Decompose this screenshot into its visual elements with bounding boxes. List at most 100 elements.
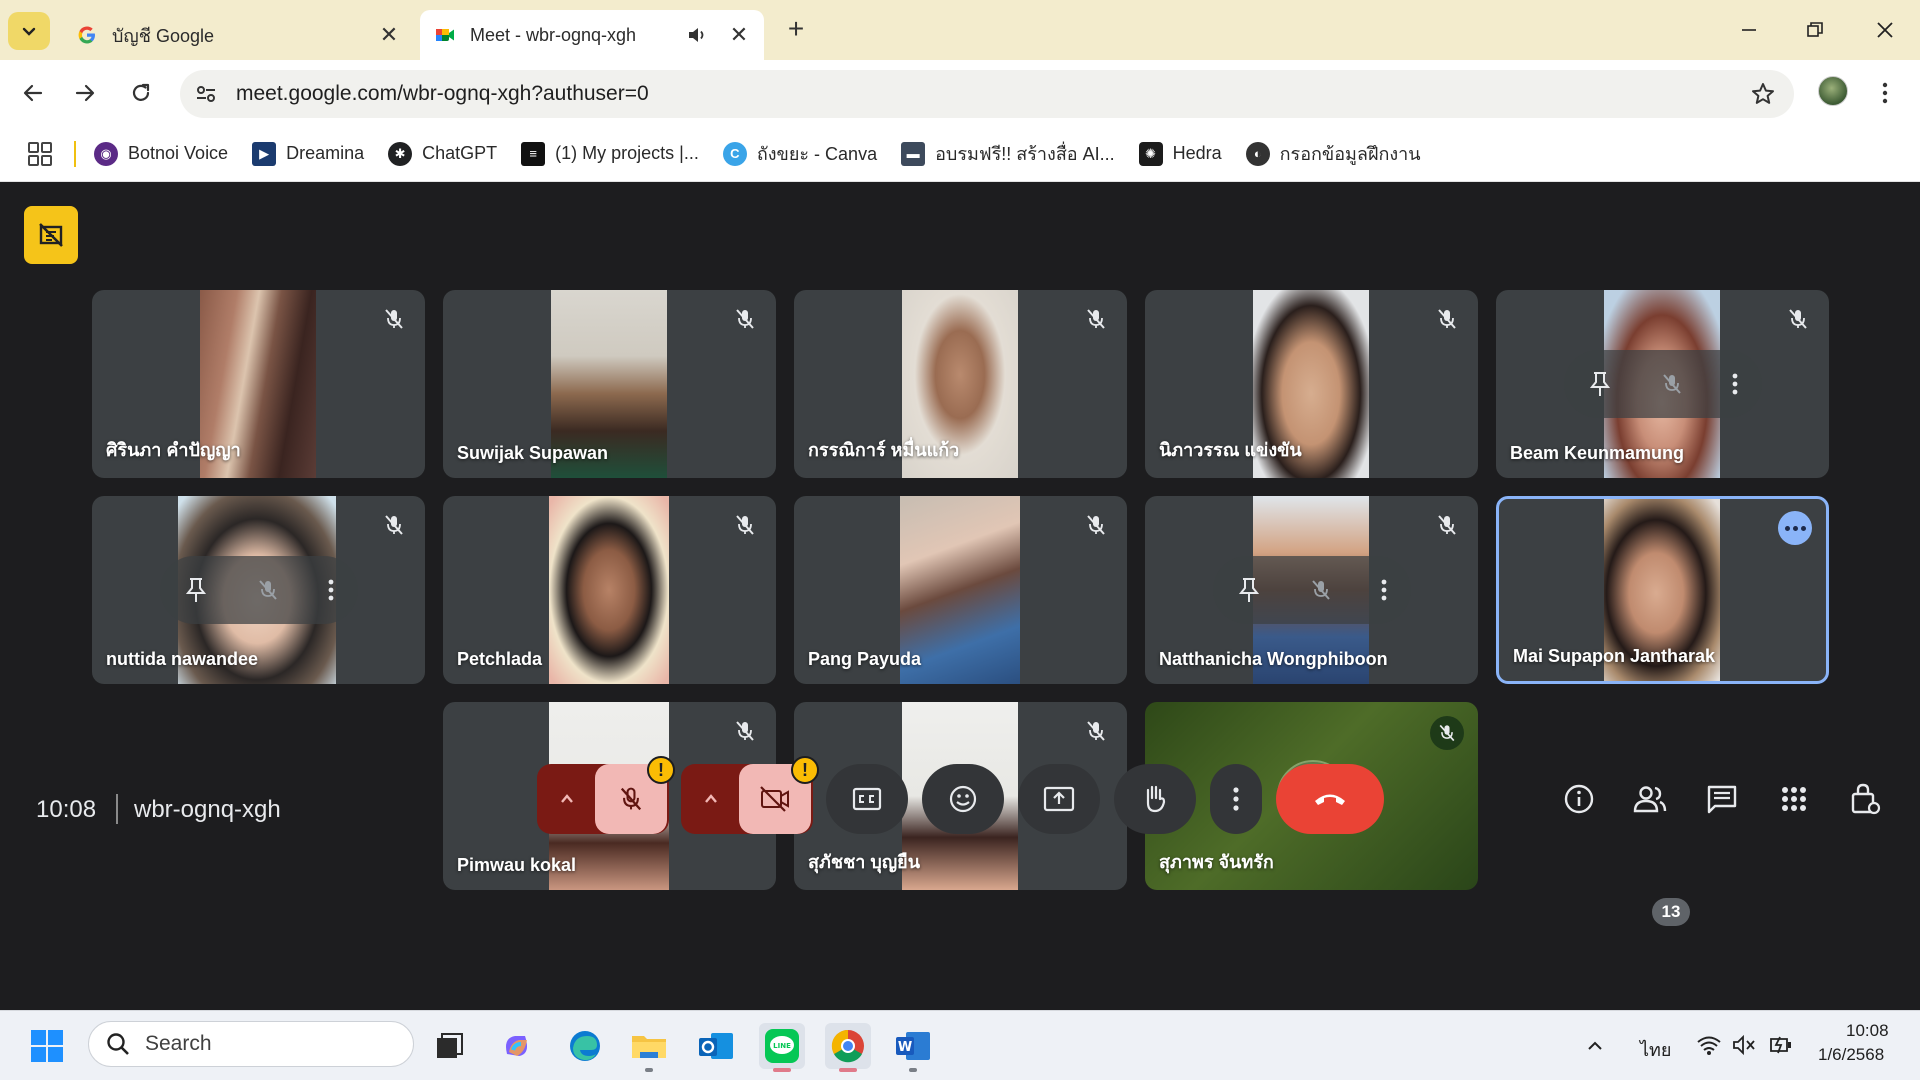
meeting-details-button[interactable] [1554, 774, 1604, 824]
globe-icon: ◐ [1245, 141, 1270, 166]
more-vert-icon[interactable] [1381, 578, 1387, 602]
raise-hand-button[interactable] [1114, 764, 1196, 834]
camera-off-notice-button[interactable] [24, 206, 78, 264]
more-options-button[interactable] [1778, 511, 1812, 545]
back-button[interactable] [14, 74, 52, 112]
file-explorer-button[interactable] [626, 1023, 672, 1072]
participant-tile[interactable]: nuttida nawandee [92, 496, 425, 684]
raise-hand-icon [1146, 785, 1166, 813]
browser-toolbar: meet.google.com/wbr-ognq-xgh?authuser=0 [0, 60, 1920, 126]
search-icon [107, 1033, 129, 1055]
reload-button[interactable] [122, 74, 160, 112]
tab-title: Meet - wbr-ognq-xgh [470, 24, 637, 45]
windows-taskbar: Search LINE W ไทย 10:08 1/6/2568 [0, 1010, 1920, 1080]
bookmark-internship-form[interactable]: ◐ กรอกข้อมูลฝึกงาน [1245, 139, 1421, 168]
site-settings-icon[interactable] [194, 82, 218, 106]
participant-tile[interactable]: กรรณิการ์ หมื่นแก้ว [794, 290, 1127, 478]
address-bar[interactable]: meet.google.com/wbr-ognq-xgh?authuser=0 [180, 70, 1794, 118]
mute-participant-icon[interactable] [1659, 371, 1685, 397]
chat-button[interactable] [1697, 774, 1747, 824]
participant-name: Mai Supapon Jantharak [1513, 646, 1716, 666]
mic-off-icon [1087, 515, 1105, 535]
word-button[interactable]: W [890, 1023, 936, 1072]
video-options-button[interactable] [683, 764, 739, 834]
battery-charging-icon[interactable] [1768, 1033, 1796, 1057]
toggle-microphone-button[interactable]: ! [595, 756, 675, 834]
volume-muted-icon[interactable] [1732, 1033, 1758, 1057]
bookmark-dreamina[interactable]: ▶ Dreamina [252, 141, 365, 166]
present-screen-button[interactable] [1018, 764, 1100, 834]
leave-call-button[interactable] [1276, 764, 1384, 834]
participant-tile[interactable]: ศิรินภา คำปัญญา [92, 290, 425, 478]
mute-participant-icon[interactable] [255, 577, 281, 603]
close-tab-icon[interactable]: ✕ [728, 22, 750, 48]
bookmark-botnoi-voice[interactable]: ◉ Botnoi Voice [94, 141, 228, 166]
participant-tile[interactable]: Pang Payuda [794, 496, 1127, 684]
people-button[interactable] [1625, 774, 1675, 824]
apps-grid-icon[interactable] [26, 140, 54, 168]
mic-off-icon [736, 309, 754, 329]
taskbar-clock-time[interactable]: 10:08 [1846, 1021, 1889, 1041]
bookmark-ai-training[interactable]: ▬ อบรมฟรี!! สร้างสื่อ AI... [901, 139, 1115, 168]
tab-google-account[interactable]: บัญชี Google ✕ [62, 10, 414, 60]
wifi-icon[interactable] [1696, 1033, 1722, 1057]
bookmark-chatgpt[interactable]: ✱ ChatGPT [388, 141, 497, 166]
bookmark-star-icon[interactable] [1750, 81, 1776, 107]
chrome-button[interactable] [825, 1023, 871, 1072]
browser-menu-button[interactable] [1870, 76, 1900, 110]
more-vert-icon[interactable] [1732, 372, 1738, 396]
pin-icon[interactable] [1237, 576, 1261, 604]
mute-participant-icon[interactable] [1308, 577, 1334, 603]
tab-meet[interactable]: Meet - wbr-ognq-xgh ✕ [420, 10, 764, 60]
pin-icon[interactable] [184, 576, 208, 604]
task-view-button[interactable] [426, 1023, 472, 1069]
outlook-button[interactable] [693, 1023, 739, 1069]
close-window-button[interactable] [1860, 12, 1910, 48]
input-language[interactable]: ไทย [1640, 1035, 1671, 1064]
copilot-button[interactable] [494, 1023, 540, 1069]
close-icon [1877, 22, 1893, 38]
participant-tile[interactable]: Natthanicha Wongphiboon [1145, 496, 1478, 684]
restore-button[interactable] [1790, 12, 1840, 48]
bookmark-canva-trash[interactable]: C ถังขยะ - Canva [722, 139, 877, 168]
chevron-up-icon [1588, 1041, 1602, 1050]
participant-tile[interactable]: Petchlada [443, 496, 776, 684]
forward-button[interactable] [66, 74, 104, 112]
more-options-button[interactable] [1210, 764, 1262, 834]
participant-tile[interactable]: นิภาวรรณ แข่งขัน [1145, 290, 1478, 478]
dot [1784, 525, 1790, 531]
toggle-camera-button[interactable]: ! [739, 756, 819, 834]
bookmark-label: Dreamina [286, 143, 365, 163]
edge-button[interactable] [562, 1023, 608, 1069]
new-tab-button[interactable]: + [780, 14, 812, 46]
more-vert-icon[interactable] [328, 578, 334, 602]
taskbar-clock-date[interactable]: 1/6/2568 [1818, 1045, 1884, 1065]
bookmark-my-projects[interactable]: ≡ (1) My projects |... [521, 141, 699, 166]
profile-avatar[interactable] [1818, 76, 1848, 106]
url-text: meet.google.com/wbr-ognq-xgh?authuser=0 [236, 82, 649, 105]
bookmark-hedra[interactable]: ✺ Hedra [1138, 141, 1222, 166]
taskbar-search[interactable]: Search [88, 1021, 414, 1067]
projects-icon: ≡ [521, 141, 546, 166]
participant-tile-self[interactable]: Mai Supapon Jantharak [1496, 496, 1829, 684]
close-tab-icon[interactable]: ✕ [378, 22, 400, 48]
google-icon [78, 26, 95, 44]
pin-icon[interactable] [1588, 370, 1612, 398]
start-button[interactable] [24, 1023, 70, 1069]
captions-button[interactable] [826, 764, 908, 834]
audio-options-button[interactable] [539, 764, 595, 834]
participant-tile[interactable]: Beam Keunmamung [1496, 290, 1829, 478]
tab-search-button[interactable] [8, 12, 50, 50]
activities-button[interactable] [1769, 774, 1819, 824]
audio-playing-icon[interactable] [684, 24, 710, 46]
minimize-button[interactable] [1724, 12, 1774, 48]
mic-off-icon [385, 309, 403, 329]
host-controls-button[interactable] [1840, 774, 1890, 824]
reactions-button[interactable] [922, 764, 1004, 834]
running-indicator [839, 1068, 857, 1072]
more-vert-icon [1233, 787, 1239, 811]
participant-name: ศิรินภา คำปัญญา [106, 440, 241, 460]
show-hidden-icons-button[interactable] [1572, 1023, 1618, 1069]
line-button[interactable]: LINE [759, 1023, 805, 1072]
participant-tile[interactable]: Suwijak Supawan [443, 290, 776, 478]
